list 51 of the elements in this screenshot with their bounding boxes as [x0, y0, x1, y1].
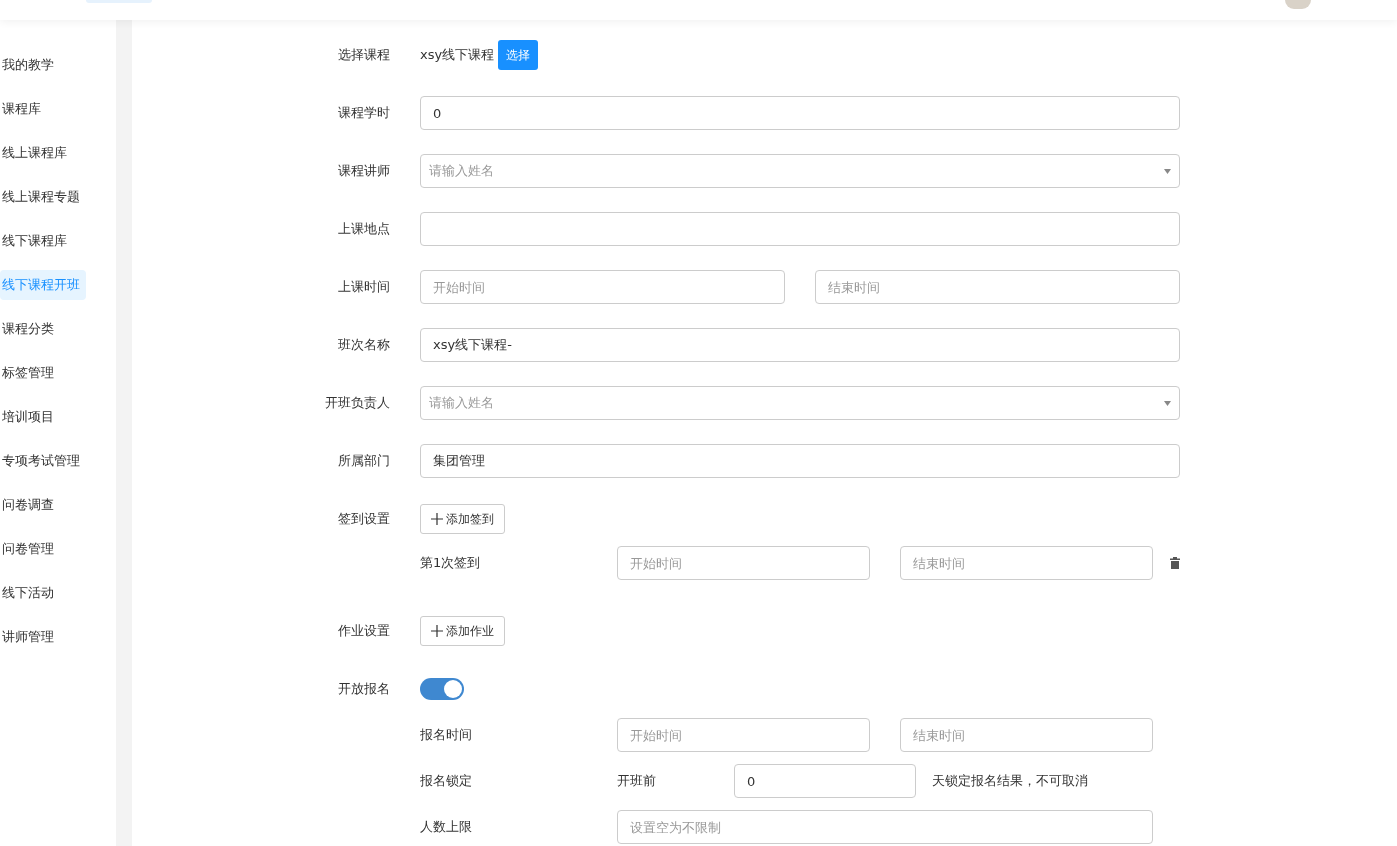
sidebar-item[interactable]: 课程分类 [0, 314, 60, 344]
end-time-field[interactable]: 结束时间 [815, 270, 1180, 304]
end-time-field[interactable]: 结束时间 [900, 718, 1153, 752]
sidebar-item[interactable]: 线上课程库 [0, 138, 73, 168]
sidebar-item[interactable]: 培训项目 [0, 402, 60, 432]
field-label: 作业设置 [337, 622, 390, 640]
delete-icon[interactable] [1170, 557, 1180, 569]
sidebar-item[interactable]: 线下课程库 [0, 226, 73, 256]
start-time-field[interactable]: 开始时间 [617, 546, 870, 580]
field-label: 课程学时 [337, 104, 390, 122]
field-label: 开班负责人 [324, 394, 390, 412]
caret-down-icon [1164, 168, 1171, 174]
plus-icon [431, 513, 443, 525]
sidebar-item[interactable]: 问卷调查 [0, 490, 60, 520]
field-label: 第1次签到 [420, 554, 482, 572]
field-label: 人数上限 [420, 818, 473, 836]
start-time-field[interactable]: 开始时间 [617, 718, 870, 752]
sidebar-item[interactable]: 专项考试管理 [0, 446, 86, 476]
sidebar-item[interactable]: 线下活动 [0, 578, 60, 608]
field-label: 上课地点 [337, 220, 390, 238]
field-label: 选择课程 [337, 46, 390, 64]
add-button[interactable]: 添加签到 [420, 504, 505, 534]
days-field[interactable]: 0 [734, 764, 916, 798]
field-label: 课程讲师 [337, 162, 390, 180]
sidebar-item[interactable]: 标签管理 [0, 358, 60, 388]
sidebar-item[interactable]: 线上课程专题 [0, 182, 86, 212]
text-field[interactable]: xsy线下课程- [420, 328, 1180, 362]
toggle-switch[interactable] [420, 678, 464, 700]
field-label: 报名时间 [420, 726, 473, 744]
caret-down-icon [1164, 400, 1171, 406]
sidebar-item[interactable]: 我的教学 [0, 50, 60, 80]
field-label: 报名锁定 [420, 772, 473, 790]
text-field[interactable]: 集团管理 [420, 444, 1180, 478]
plus-icon [431, 625, 443, 637]
sidebar-item[interactable]: 讲师管理 [0, 622, 60, 652]
field-label: 开放报名 [337, 680, 390, 698]
field-label: 上课时间 [337, 278, 390, 296]
avatar[interactable] [1285, 0, 1311, 9]
text-field[interactable]: 0 [420, 96, 1180, 130]
course-name: xsy线下课程 [420, 46, 495, 64]
sidebar-item[interactable]: 问卷管理 [0, 534, 60, 564]
field-label: 签到设置 [337, 510, 390, 528]
add-button[interactable]: 添加作业 [420, 616, 505, 646]
limit-field[interactable]: 设置空为不限制 [617, 810, 1153, 844]
field-label: 所属部门 [337, 452, 390, 470]
end-time-field[interactable]: 结束时间 [900, 546, 1153, 580]
prefix-text: 开班前 [617, 772, 657, 790]
field-label: 班次名称 [337, 336, 390, 354]
suffix-text: 天锁定报名结果，不可取消 [932, 772, 1088, 790]
start-time-field[interactable]: 开始时间 [420, 270, 785, 304]
sidebar-item[interactable]: 课程库 [0, 94, 47, 124]
